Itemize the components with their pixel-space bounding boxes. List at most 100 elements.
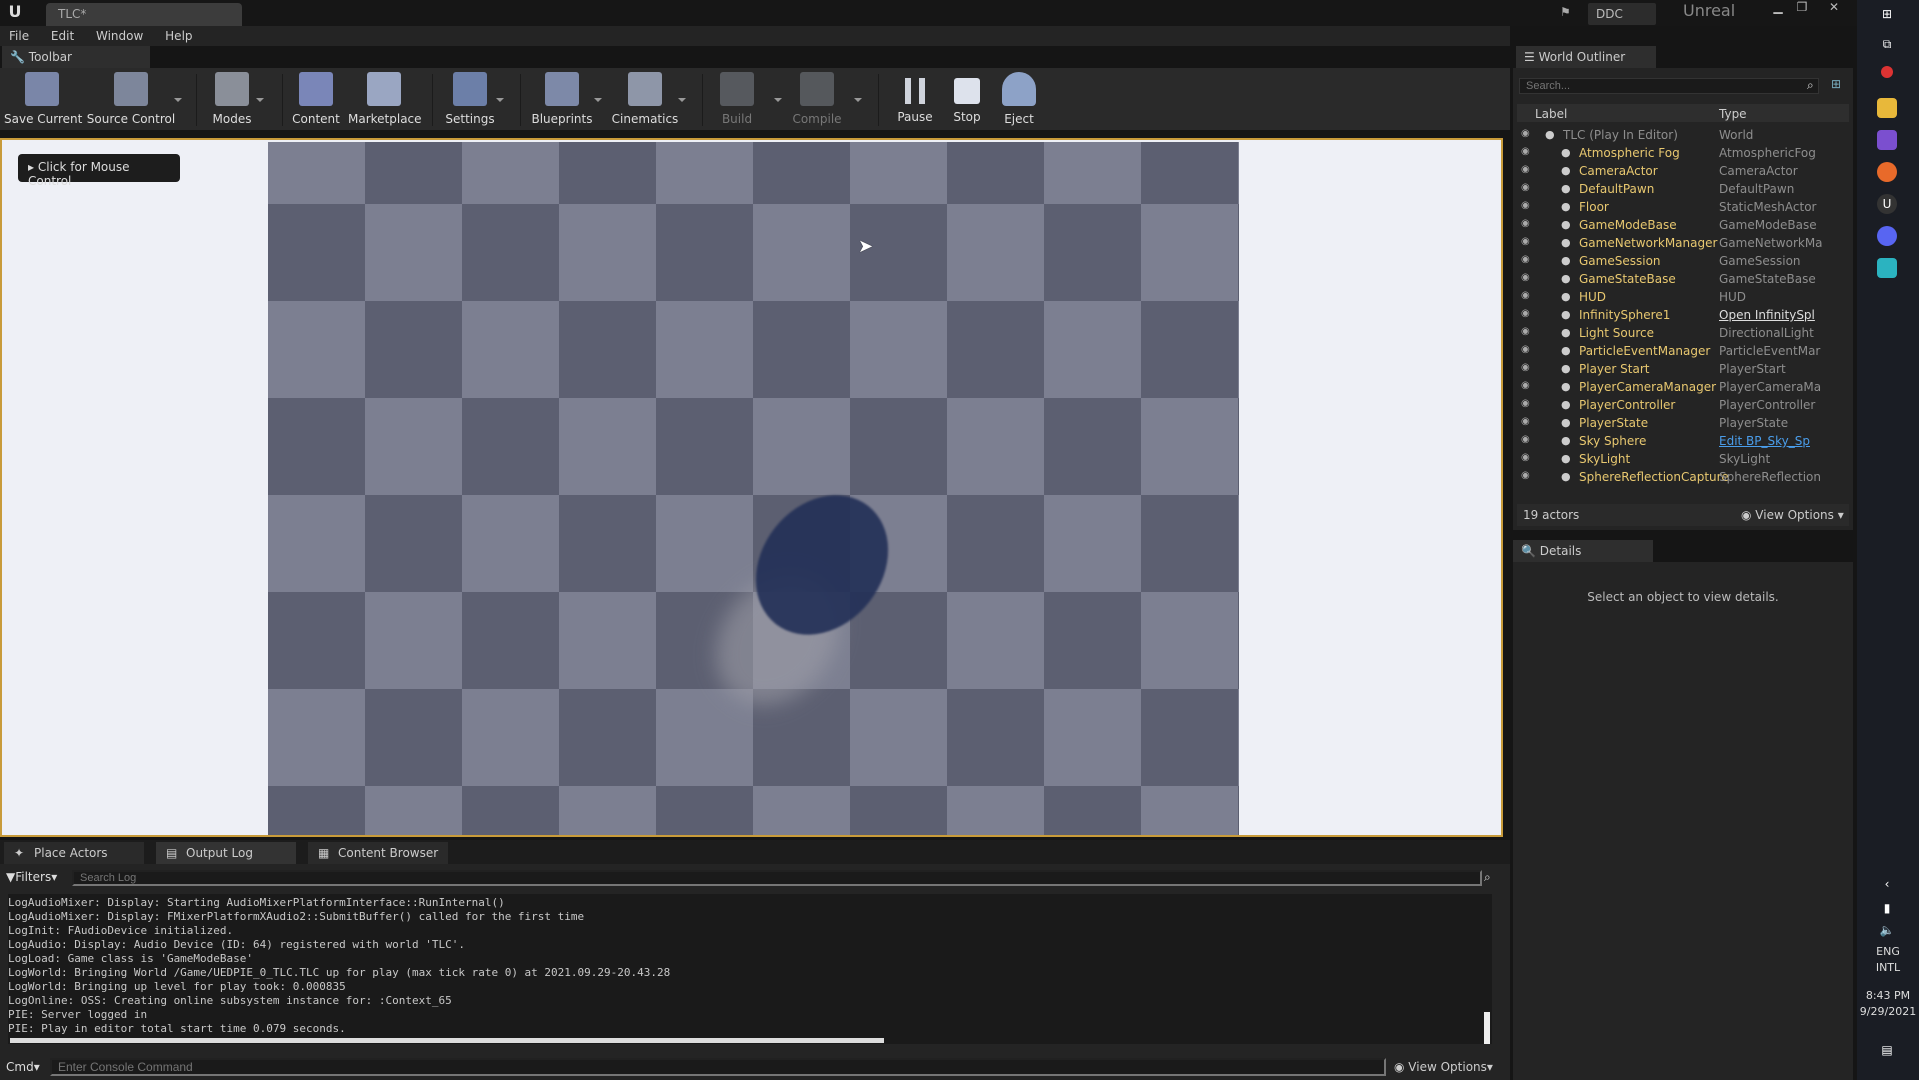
log-view-options-button[interactable]: ◉ View Options▾ <box>1394 1060 1493 1074</box>
tab-place-actors[interactable]: ✦ Place Actors <box>4 842 144 864</box>
outliner-row-type[interactable]: Open InfinitySpl <box>1719 308 1847 322</box>
column-type-header[interactable]: Type <box>1719 107 1747 121</box>
minimize-icon[interactable]: ▁ <box>1766 0 1790 16</box>
system-clock[interactable]: 8:43 PM 9/29/2021 <box>1857 988 1919 1020</box>
outliner-row[interactable]: ◉ ● PlayerController PlayerController <box>1517 396 1849 414</box>
visibility-eye-icon[interactable]: ◉ <box>1521 290 1533 302</box>
file-explorer-icon[interactable] <box>1877 98 1897 118</box>
outliner-row[interactable]: ◉ ● SkyLight SkyLight <box>1517 450 1849 468</box>
add-filter-icon[interactable]: ⊞ <box>1831 77 1841 91</box>
outliner-row[interactable]: ◉ ● GameNetworkManager GameNetworkMa <box>1517 234 1849 252</box>
menu-edit[interactable]: Edit <box>42 26 83 46</box>
log-vertical-scrollbar[interactable] <box>1484 1012 1490 1044</box>
cmd-dropdown[interactable]: Cmd▾ <box>6 1060 40 1074</box>
visibility-eye-icon[interactable]: ◉ <box>1521 470 1533 482</box>
outliner-row[interactable]: ◉ ● Atmospheric Fog AtmosphericFog <box>1517 144 1849 162</box>
build-dropdown-icon[interactable] <box>774 98 782 102</box>
marketplace-button[interactable]: Marketplace <box>348 72 422 130</box>
outliner-view-options-button[interactable]: ◉ View Options ▾ <box>1741 508 1844 522</box>
blueprints-dropdown-icon[interactable] <box>594 98 602 102</box>
firefox-icon[interactable] <box>1877 162 1897 182</box>
blueprints-button[interactable]: Blueprints <box>530 72 594 130</box>
outliner-row[interactable]: ◉ ● CameraActor CameraActor <box>1517 162 1849 180</box>
outliner-row[interactable]: ◉ ● DefaultPawn DefaultPawn <box>1517 180 1849 198</box>
modes-button[interactable]: Modes <box>206 72 258 130</box>
settings-dropdown-icon[interactable] <box>496 98 504 102</box>
log-search-input[interactable] <box>72 870 1482 886</box>
ddc-button[interactable]: DDC <box>1588 3 1656 25</box>
visibility-eye-icon[interactable]: ◉ <box>1521 164 1533 176</box>
content-button[interactable]: Content <box>290 72 342 130</box>
outliner-row[interactable]: ◉ ● InfinitySphere1 Open InfinitySpl <box>1517 306 1849 324</box>
outliner-row[interactable]: ◉ ● Player Start PlayerStart <box>1517 360 1849 378</box>
filters-button[interactable]: ▼Filters▾ <box>6 870 57 884</box>
world-outliner-tab[interactable]: ☰ World Outliner <box>1516 46 1656 68</box>
outliner-row[interactable]: ◉ ● SphereReflectionCapture SphereReflectio… <box>1517 468 1849 486</box>
visibility-eye-icon[interactable]: ◉ <box>1521 254 1533 266</box>
outliner-row[interactable]: ◉ ● GameSession GameSession <box>1517 252 1849 270</box>
outliner-row[interactable]: ◉ ● TLC (Play In Editor) World <box>1517 126 1849 144</box>
menu-window[interactable]: Window <box>87 26 152 46</box>
microphone-icon[interactable]: ▮ <box>1877 898 1897 918</box>
volume-icon[interactable]: 🔈 <box>1877 920 1897 940</box>
document-tab[interactable]: TLC* <box>46 3 242 26</box>
save-current-button[interactable]: Save Current <box>4 72 82 130</box>
source-control-dropdown-icon[interactable] <box>174 98 182 102</box>
chevron-left-icon[interactable]: ‹ <box>1877 874 1897 894</box>
visibility-eye-icon[interactable]: ◉ <box>1521 380 1533 392</box>
stop-button[interactable]: Stop <box>944 72 990 130</box>
mouse-control-button[interactable]: ▸ Click for Mouse Control <box>18 154 180 188</box>
tab-content-browser[interactable]: ▦ Content Browser <box>308 842 448 864</box>
outliner-row[interactable]: ◉ ● ParticleEventManager ParticleEventMar <box>1517 342 1849 360</box>
outliner-row[interactable]: ◉ ● PlayerCameraManager PlayerCameraMa <box>1517 378 1849 396</box>
column-label-header[interactable]: Label <box>1535 107 1567 121</box>
outliner-row[interactable]: ◉ ● HUD HUD <box>1517 288 1849 306</box>
cinematics-button[interactable]: Cinematics <box>610 72 680 130</box>
visibility-eye-icon[interactable]: ◉ <box>1521 416 1533 428</box>
notifications-icon[interactable]: ▤ <box>1877 1040 1897 1060</box>
visibility-eye-icon[interactable]: ◉ <box>1521 236 1533 248</box>
console-command-input[interactable] <box>50 1058 1386 1076</box>
visibility-eye-icon[interactable]: ◉ <box>1521 362 1533 374</box>
visibility-eye-icon[interactable]: ◉ <box>1521 308 1533 320</box>
outliner-row[interactable]: ◉ ● GameModeBase GameModeBase <box>1517 216 1849 234</box>
close-icon[interactable]: ✕ <box>1822 0 1846 16</box>
game-viewport[interactable]: ▸ Click for Mouse Control ➤ <box>0 138 1503 837</box>
menu-help[interactable]: Help <box>156 26 201 46</box>
outliner-row[interactable]: ◉ ● PlayerState PlayerState <box>1517 414 1849 432</box>
cinematics-dropdown-icon[interactable] <box>678 98 686 102</box>
outliner-row[interactable]: ◉ ● GameStateBase GameStateBase <box>1517 270 1849 288</box>
unreal-taskbar-icon[interactable]: U <box>1877 194 1897 214</box>
toolbar-tab[interactable]: 🔧 Toolbar <box>2 46 150 68</box>
visibility-eye-icon[interactable]: ◉ <box>1521 182 1533 194</box>
outliner-row[interactable]: ◉ ● Light Source DirectionalLight <box>1517 324 1849 342</box>
visibility-eye-icon[interactable]: ◉ <box>1521 218 1533 230</box>
visibility-eye-icon[interactable]: ◉ <box>1521 344 1533 356</box>
details-tab[interactable]: 🔍 Details <box>1513 540 1653 562</box>
compile-dropdown-icon[interactable] <box>854 98 862 102</box>
pause-button[interactable]: Pause <box>890 72 940 130</box>
outliner-row[interactable]: ◉ ● Floor StaticMeshActor <box>1517 198 1849 216</box>
visibility-eye-icon[interactable]: ◉ <box>1521 452 1533 464</box>
tab-output-log[interactable]: ▤ Output Log <box>156 842 296 864</box>
visibility-eye-icon[interactable]: ◉ <box>1521 200 1533 212</box>
eject-button[interactable]: Eject <box>996 72 1042 130</box>
build-button[interactable]: Build <box>712 72 762 130</box>
windows-start-icon[interactable]: ⊞ <box>1877 4 1897 24</box>
task-view-icon[interactable]: ⧉ <box>1877 34 1897 54</box>
visual-studio-icon[interactable] <box>1877 130 1897 150</box>
input-language[interactable]: ENG INTL <box>1857 944 1919 976</box>
menu-file[interactable]: File <box>0 26 38 46</box>
outliner-row-type[interactable]: Edit BP_Sky_Sp <box>1719 434 1847 448</box>
chrome-icon[interactable] <box>1881 66 1893 78</box>
visibility-eye-icon[interactable]: ◉ <box>1521 146 1533 158</box>
feedback-icon[interactable]: ⚑ <box>1560 5 1576 19</box>
visibility-eye-icon[interactable]: ◉ <box>1521 128 1533 140</box>
visibility-eye-icon[interactable]: ◉ <box>1521 272 1533 284</box>
restore-icon[interactable]: ❐ <box>1790 0 1814 16</box>
log-output[interactable]: LogAudioMixer: Display: Starting AudioMi… <box>8 894 1492 1044</box>
compile-button[interactable]: Compile <box>788 72 846 130</box>
source-control-button[interactable]: Source Control <box>86 72 176 130</box>
visibility-eye-icon[interactable]: ◉ <box>1521 326 1533 338</box>
log-horizontal-scrollbar[interactable] <box>10 1038 884 1043</box>
